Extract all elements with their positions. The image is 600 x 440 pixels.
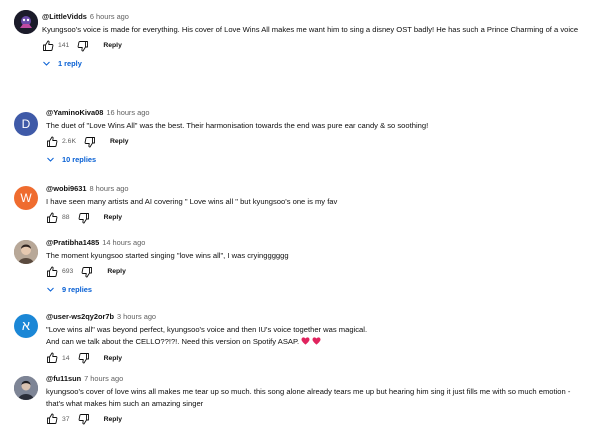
reply-button[interactable]: Reply (104, 214, 123, 221)
like-count: 693 (62, 268, 74, 275)
comment-time[interactable]: 3 hours ago (117, 312, 156, 321)
comment-text: "Love wins all" was beyond perfect, kyun… (46, 324, 586, 348)
replies-label: 1 reply (58, 58, 82, 68)
comment-text: I have seen many artists and AI covering… (46, 197, 338, 206)
comment-text-line-with-hearts: And can we talk about the CELLO??!?!. Ne… (46, 336, 586, 349)
avatar[interactable] (14, 376, 38, 400)
thumbs-up-icon[interactable] (46, 212, 58, 224)
replies-label: 10 replies (62, 154, 97, 164)
comment-meta: @YaminoKiva08 16 hours ago (46, 108, 586, 118)
comment-author[interactable]: @LittleVidds (42, 12, 87, 21)
thumbs-down-icon[interactable] (78, 212, 90, 224)
comment-actions: 2.6K Reply (46, 135, 586, 149)
comment-author[interactable]: @YaminoKiva08 (46, 108, 103, 117)
like-count: 37 (62, 415, 70, 423)
comment-meta: @LittleVidds 6 hours ago (42, 12, 586, 22)
thumbs-up-icon[interactable] (46, 266, 58, 278)
comment-time[interactable]: 7 hours ago (84, 374, 123, 383)
comment-meta: @user-ws2qy2or7b 3 hours ago (46, 312, 586, 322)
view-replies-button[interactable]: 1 reply (42, 59, 586, 68)
reply-button[interactable]: Reply (104, 416, 123, 423)
thumbs-up-icon[interactable] (42, 40, 54, 52)
like-count: 88 (62, 214, 70, 221)
comment-text: The moment kyungsoo started singing "lov… (46, 251, 289, 260)
view-replies-button[interactable]: 10 replies (46, 155, 586, 164)
comment-time[interactable]: 16 hours ago (106, 108, 149, 117)
avatar[interactable] (14, 240, 38, 264)
view-replies-button[interactable]: 9 replies (46, 285, 586, 294)
like-count: 2.6K (62, 138, 76, 145)
comment-actions: 14 Reply (46, 351, 586, 365)
like-count: 141 (58, 42, 70, 49)
comment-author[interactable]: @wobi9631 (46, 184, 86, 193)
comment-text: kyungsoo's cover of love wins all makes … (46, 387, 571, 408)
thumbs-down-icon[interactable] (81, 266, 93, 278)
like-count: 14 (62, 354, 70, 362)
chevron-down-icon (46, 285, 55, 294)
comment-meta: @fu11sun 7 hours ago (46, 374, 586, 384)
comment-meta: @wobi9631 8 hours ago (46, 184, 586, 194)
comment-author[interactable]: @Pratibha1485 (46, 238, 99, 247)
thumbs-down-icon[interactable] (84, 136, 96, 148)
comment-meta: @Pratibha1485 14 hours ago (46, 238, 586, 248)
red-heart-emoji (312, 336, 321, 349)
thumbs-up-icon[interactable] (46, 413, 58, 425)
chevron-down-icon (42, 59, 51, 68)
comment-author[interactable]: @fu11sun (46, 374, 81, 383)
chevron-down-icon (46, 155, 55, 164)
thumbs-down-icon[interactable] (77, 40, 89, 52)
thumbs-up-icon[interactable] (46, 352, 58, 364)
reply-button[interactable]: Reply (103, 42, 122, 49)
thumbs-down-icon[interactable] (78, 352, 90, 364)
comment-author[interactable]: @user-ws2qy2or7b (46, 312, 114, 321)
comment-actions: 37 Reply (46, 412, 586, 426)
avatar[interactable] (14, 10, 38, 34)
comment-text-line: "Love wins all" was beyond perfect, kyun… (46, 325, 368, 334)
thumbs-down-icon[interactable] (78, 413, 90, 425)
comment-actions: 693 Reply (46, 265, 586, 279)
comment-actions: 141 Reply (42, 39, 586, 53)
comment-text: The duet of "Love Wins All" was the best… (46, 121, 429, 130)
thumbs-up-icon[interactable] (46, 136, 58, 148)
reply-button[interactable]: Reply (104, 355, 123, 362)
reply-button[interactable]: Reply (110, 138, 129, 145)
comment-time[interactable]: 14 hours ago (102, 238, 145, 247)
avatar[interactable]: א (14, 314, 38, 338)
comment-text: Kyungsoo's voice is made for everything.… (42, 25, 579, 34)
replies-label: 9 replies (62, 284, 92, 294)
comment-text-line: And can we talk about the CELLO??!?!. Ne… (46, 336, 300, 346)
reply-button[interactable]: Reply (107, 268, 126, 275)
avatar[interactable]: D (14, 112, 38, 136)
red-heart-emoji (301, 336, 310, 349)
avatar[interactable]: W (14, 186, 38, 210)
comment-actions: 88 Reply (46, 211, 586, 225)
comment-time[interactable]: 8 hours ago (89, 184, 128, 193)
comment-time[interactable]: 6 hours ago (90, 12, 129, 21)
